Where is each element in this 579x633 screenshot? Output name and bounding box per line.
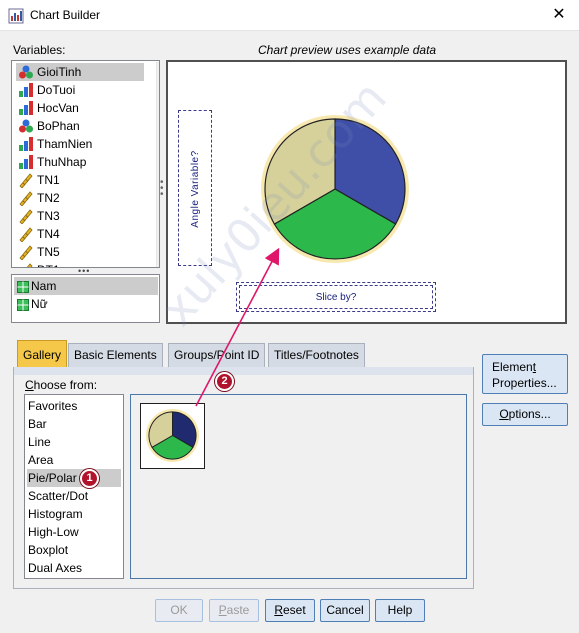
variable-label: TN3	[37, 209, 60, 223]
chart-type-item[interactable]: Bar	[27, 415, 121, 433]
gallery-thumbnails[interactable]	[130, 394, 467, 579]
category-item[interactable]: Nam	[14, 277, 158, 295]
close-icon: ✕	[552, 6, 566, 23]
variable-item[interactable]: GioiTinh	[16, 63, 144, 81]
category-icon	[17, 298, 29, 311]
tab-panel-header	[14, 367, 473, 375]
reset-button[interactable]: Reset	[265, 599, 315, 622]
categories-list[interactable]: Nam Nữ	[11, 274, 160, 323]
variable-label: HocVan	[37, 101, 79, 115]
ok-button[interactable]: OK	[155, 599, 203, 622]
variable-label: DoTuoi	[37, 83, 76, 97]
variable-label: ThamNien	[37, 137, 93, 151]
tab-basic-elements[interactable]: Basic Elements	[68, 343, 163, 367]
ordinal-variable-icon	[18, 82, 34, 98]
chart-type-item[interactable]: Scatter/Dot	[27, 487, 121, 505]
element-properties-label-1: Element	[492, 360, 537, 374]
element-properties-button[interactable]: Element Properties...	[482, 354, 568, 394]
chart-builder-icon	[8, 8, 24, 24]
slice-by-dropzone[interactable]: Slice by?	[236, 282, 436, 312]
variable-label: BoPhan	[37, 119, 80, 133]
variable-item[interactable]: ThuNhap	[16, 153, 144, 171]
scale-variable-icon	[18, 262, 34, 267]
nominal-variable-icon	[18, 118, 34, 134]
tab-titles-footnotes[interactable]: Titles/Footnotes	[268, 343, 365, 367]
scale-variable-icon	[18, 208, 34, 225]
angle-variable-label: Angle Variable?	[190, 150, 201, 228]
variable-label: TN4	[37, 227, 60, 241]
ordinal-variable-icon	[18, 136, 34, 152]
variable-label: TN2	[37, 191, 60, 205]
variable-label: TN5	[37, 245, 60, 259]
variable-item[interactable]: HocVan	[16, 99, 144, 117]
chart-type-item[interactable]: Favorites	[27, 397, 121, 415]
step-2-badge: 2	[215, 372, 234, 391]
help-button[interactable]: Help	[375, 599, 425, 622]
paste-button[interactable]: Paste	[209, 599, 259, 622]
variable-item[interactable]: ThamNien	[16, 135, 144, 153]
variables-list[interactable]: GioiTinh DoTuoi HocVan BoPhan ThamNien ThuNha…	[11, 60, 160, 268]
chart-type-item[interactable]: Boxplot	[27, 541, 121, 559]
scale-variable-icon	[18, 226, 34, 243]
variables-scrollbar[interactable]: ▲ ▼	[156, 62, 160, 267]
chart-preview-canvas[interactable]: Angle Variable? Slice by?	[166, 60, 567, 324]
variable-item[interactable]: BoPhan	[16, 117, 144, 135]
variables-label: Variables:	[13, 43, 66, 57]
preview-pie-chart	[261, 115, 409, 263]
pie-thumbnail-icon	[145, 408, 200, 463]
close-button[interactable]: ✕	[545, 3, 573, 27]
scale-variable-icon	[18, 244, 34, 261]
splitter-grip-icon[interactable]: • • •	[160, 178, 164, 200]
element-properties-label-2: Properties...	[492, 376, 557, 390]
scroll-thumb[interactable]	[159, 78, 160, 148]
ordinal-variable-icon	[18, 154, 34, 170]
tab-gallery[interactable]: Gallery	[17, 340, 68, 368]
options-button[interactable]: Options...	[482, 403, 568, 426]
chart-type-item[interactable]: Dual Axes	[27, 559, 121, 577]
variable-item[interactable]: DoTuoi	[16, 81, 144, 99]
chart-type-item[interactable]: Pie/Polar	[27, 469, 121, 487]
category-item[interactable]: Nữ	[14, 295, 158, 313]
variable-label: GioiTinh	[37, 65, 82, 79]
variable-label: DT1	[37, 263, 60, 267]
scale-variable-icon	[18, 172, 34, 189]
scroll-up-icon[interactable]: ▲	[157, 62, 159, 76]
angle-variable-dropzone[interactable]: Angle Variable?	[178, 110, 212, 266]
window-title: Chart Builder	[30, 8, 101, 22]
chart-type-item[interactable]: Area	[27, 451, 121, 469]
variable-item[interactable]: TN2	[16, 189, 144, 207]
chart-type-item[interactable]: Histogram	[27, 505, 121, 523]
pie-chart-thumbnail[interactable]	[140, 403, 205, 469]
cancel-button[interactable]: Cancel	[320, 599, 370, 622]
ordinal-variable-icon	[18, 100, 34, 116]
variable-label: ThuNhap	[37, 155, 87, 169]
category-label: Nữ	[31, 297, 48, 311]
chart-type-item[interactable]: Line	[27, 433, 121, 451]
slice-by-label: Slice by?	[239, 285, 433, 309]
scale-variable-icon	[18, 190, 34, 207]
variable-item[interactable]: TN1	[16, 171, 144, 189]
scroll-down-icon[interactable]: ▼	[157, 252, 159, 266]
chart-type-list[interactable]: Favorites Bar Line Area Pie/Polar Scatter/Dot…	[24, 394, 124, 579]
title-bar: Chart Builder ✕	[0, 0, 579, 31]
chart-type-item[interactable]: High-Low	[27, 523, 121, 541]
variable-item[interactable]: TN4	[16, 225, 144, 243]
variable-item[interactable]: TN5	[16, 243, 144, 261]
category-icon	[17, 280, 29, 293]
preview-label: Chart preview uses example data	[258, 43, 437, 57]
nominal-variable-icon	[18, 64, 34, 80]
options-label: Options...	[499, 407, 551, 421]
variable-item[interactable]: TN3	[16, 207, 144, 225]
step-1-badge: 1	[80, 469, 99, 488]
variable-label: TN1	[37, 173, 60, 187]
category-label: Nam	[31, 279, 57, 293]
tab-groups-point-id[interactable]: Groups/Point ID	[168, 343, 266, 367]
choose-from-label: Choose from:	[25, 378, 98, 392]
